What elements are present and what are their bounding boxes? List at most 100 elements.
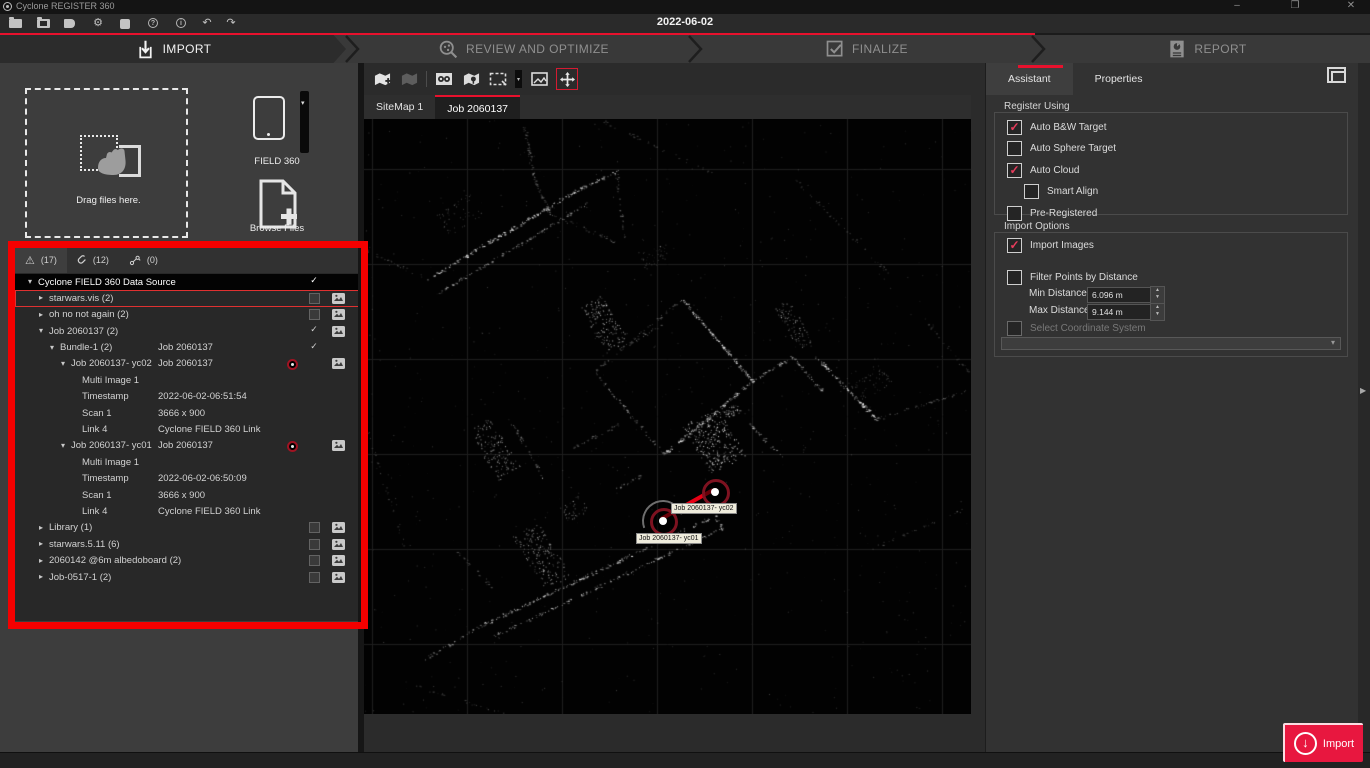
tree-row[interactable]: ▸2060142 @6m albedoboard (2) (15, 553, 361, 569)
tree-row[interactable]: Scan 13666 x 900 (15, 405, 361, 421)
add-sitemap-icon[interactable] (372, 69, 392, 89)
minimize-button[interactable]: – (1226, 0, 1248, 11)
select-coordinate-option[interactable]: ✓ Select Coordinate System (1007, 321, 1146, 336)
maximize-button[interactable]: ❐ (1284, 0, 1306, 11)
tree-caret-icon[interactable]: ▸ (39, 539, 43, 548)
tree-row[interactable]: Link 4Cyclone FIELD 360 Link (15, 503, 361, 519)
remove-sitemap-icon[interactable] (399, 69, 419, 89)
register-option[interactable]: ✓Pre-Registered (1007, 206, 1347, 221)
tree-row-checkbox[interactable]: ✓ (309, 275, 319, 285)
tree-row-checkbox[interactable] (309, 293, 320, 304)
tab-properties[interactable]: Properties (1073, 63, 1165, 95)
tree-row[interactable]: ▸starwars.vis (2) (15, 290, 361, 306)
register-option-checkbox[interactable]: ✓ (1007, 206, 1022, 221)
register-option[interactable]: ✓Smart Align (1024, 184, 1347, 199)
tab-review-and-optimize[interactable]: REVIEW AND OPTIMIZE (358, 35, 689, 63)
tree-tab-issues[interactable]: ⚠ (17) (15, 247, 67, 273)
tab-import[interactable]: IMPORT (0, 35, 346, 63)
tree-caret-icon[interactable]: ▾ (28, 277, 32, 286)
auto-target-icon[interactable] (434, 69, 454, 89)
register-option-checkbox[interactable]: ✓ (1024, 184, 1039, 199)
tab-job-2060137[interactable]: Job 2060137 (435, 95, 520, 121)
tree-row-checkbox[interactable]: ✓ (309, 341, 319, 351)
tree-row[interactable]: ▾Job 2060137- yc02Job 2060137 (15, 356, 361, 372)
tab-finalize[interactable]: FINALIZE (701, 35, 1032, 63)
thumbnail-image-icon[interactable] (332, 358, 345, 369)
filter-points-checkbox[interactable]: ✓ (1007, 270, 1022, 285)
import-button[interactable]: ↓ Import (1283, 723, 1363, 762)
marquee-dropdown[interactable]: ▾ (515, 70, 522, 88)
tree-caret-icon[interactable]: ▾ (50, 343, 54, 352)
tree-row-checkbox[interactable] (309, 309, 320, 320)
tree-row[interactable]: ▾Cyclone FIELD 360 Data Source✓ (15, 274, 361, 290)
tree-row[interactable]: Multi Image 1 (15, 454, 361, 470)
tree-row-checkbox[interactable]: ✓ (309, 324, 319, 334)
min-distance-field[interactable]: 6.096 m (1087, 287, 1151, 303)
tree-row[interactable]: Link 4Cyclone FIELD 360 Link (15, 422, 361, 438)
thumbnail-image-icon[interactable] (332, 293, 345, 304)
tree-row[interactable]: ▾Job 2060137 (2)✓ (15, 323, 361, 339)
tree-row[interactable]: ▾Job 2060137- yc01Job 2060137 (15, 438, 361, 454)
undock-panel-icon[interactable] (1331, 71, 1346, 83)
browse-files-label: Browse Files (222, 223, 332, 234)
tree-row[interactable]: ▸Library (1) (15, 520, 361, 536)
tree-caret-icon[interactable]: ▾ (61, 359, 65, 368)
register-option-checkbox[interactable]: ✓ (1007, 163, 1022, 178)
attachment-tab-icon (77, 254, 87, 266)
tree-row[interactable]: ▾Bundle-1 (2)Job 2060137✓ (15, 340, 361, 356)
tree-row[interactable]: ▸oh no not again (2) (15, 307, 361, 323)
tree-caret-icon[interactable]: ▸ (39, 310, 43, 319)
thumbnail-image-icon[interactable] (332, 522, 345, 533)
image-view-icon[interactable] (529, 69, 549, 89)
min-distance-stepper[interactable]: ▲▼ (1150, 286, 1165, 304)
close-button[interactable]: ✕ (1340, 0, 1362, 11)
tree-caret-icon[interactable]: ▸ (39, 293, 43, 302)
register-option[interactable]: ✓Auto B&W Target (1007, 120, 1347, 135)
tree-row[interactable]: Timestamp2022-06-02-06:50:09 (15, 471, 361, 487)
field360-slider[interactable] (300, 91, 309, 153)
expand-panel-arrow[interactable]: ▶ (1360, 386, 1366, 395)
tree-row[interactable]: ▸starwars.5.11 (6) (15, 536, 361, 552)
register-option-checkbox[interactable]: ✓ (1007, 120, 1022, 135)
import-images-option[interactable]: ✓ Import Images (1007, 238, 1094, 253)
scan-position-icon[interactable] (461, 69, 481, 89)
register-option[interactable]: ✓Auto Sphere Target (1007, 141, 1347, 156)
thumbnail-image-icon[interactable] (332, 309, 345, 320)
thumbnail-image-icon[interactable] (332, 555, 345, 566)
filter-points-option[interactable]: ✓ Filter Points by Distance (1007, 270, 1138, 285)
marquee-select-icon[interactable] (488, 69, 508, 89)
tab-report[interactable]: REPORT (1044, 35, 1370, 63)
tree-tab-attachments[interactable]: (12) (67, 247, 119, 273)
max-distance-stepper[interactable]: ▲▼ (1150, 303, 1165, 321)
select-coordinate-checkbox[interactable]: ✓ (1007, 321, 1022, 336)
tab-sitemap-1[interactable]: SiteMap 1 (364, 95, 435, 119)
thumbnail-image-icon[interactable] (332, 440, 345, 451)
coordinate-system-dropdown[interactable] (1001, 337, 1341, 350)
tree-caret-icon[interactable]: ▾ (61, 441, 65, 450)
tree-row[interactable]: Timestamp2022-06-02-06:51:54 (15, 389, 361, 405)
field360-device-icon[interactable] (253, 96, 285, 140)
assistant-panel: Assistant Properties Register Using ✓Aut… (985, 63, 1358, 752)
thumbnail-image-icon[interactable] (332, 326, 345, 337)
tree-row-checkbox[interactable] (309, 522, 320, 533)
tree-row-checkbox[interactable] (309, 572, 320, 583)
move-tool-icon[interactable] (556, 68, 578, 90)
register-option-checkbox[interactable]: ✓ (1007, 141, 1022, 156)
max-distance-field[interactable]: 9.144 m (1087, 304, 1151, 320)
tree-caret-icon[interactable]: ▸ (39, 523, 43, 532)
thumbnail-image-icon[interactable] (332, 572, 345, 583)
register-option[interactable]: ✓Auto Cloud (1007, 163, 1347, 178)
drag-files-dropzone[interactable]: Drag files here. (25, 88, 188, 238)
import-images-checkbox[interactable]: ✓ (1007, 238, 1022, 253)
tree-caret-icon[interactable]: ▸ (39, 556, 43, 565)
tree-row[interactable]: Scan 13666 x 900 (15, 487, 361, 503)
tree-tab-targets[interactable]: (0) (119, 247, 168, 273)
tree-row[interactable]: Multi Image 1 (15, 372, 361, 388)
tree-row-checkbox[interactable] (309, 555, 320, 566)
tree-row-checkbox[interactable] (309, 539, 320, 550)
tree-caret-icon[interactable]: ▸ (39, 572, 43, 581)
tree-row[interactable]: ▸Job-0517-1 (2) (15, 569, 361, 585)
point-cloud-viewport[interactable]: Job 2060137- yc01Job 2060137- yc02 (364, 119, 971, 714)
tree-caret-icon[interactable]: ▾ (39, 326, 43, 335)
thumbnail-image-icon[interactable] (332, 539, 345, 550)
